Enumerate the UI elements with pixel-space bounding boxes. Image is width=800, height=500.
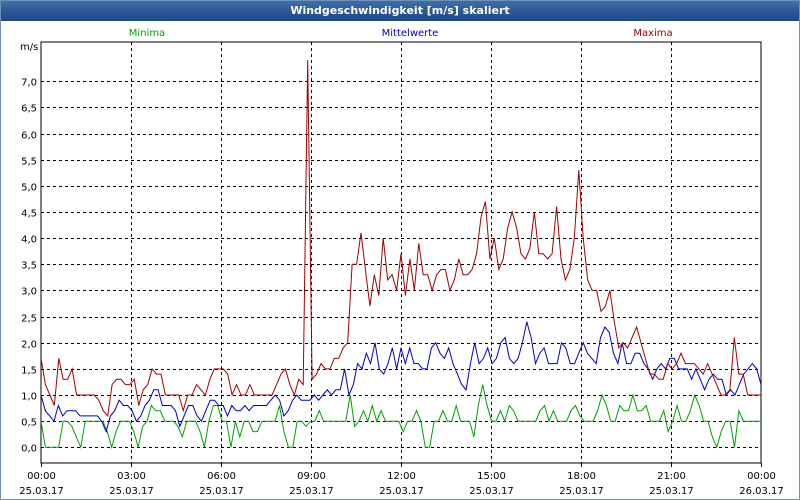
x-tick-date: 26.03.17 [739, 486, 784, 497]
y-tick-label: 5,5 [21, 157, 37, 168]
x-tick-time: 03:00 [117, 471, 146, 482]
x-tick-date: 25.03.17 [289, 486, 334, 497]
y-tick-label: 5,0 [21, 183, 37, 194]
y-tick-label: 2,5 [21, 314, 37, 325]
legend-minima: Minima [129, 28, 165, 39]
x-tick-time: 00:00 [27, 471, 56, 482]
y-tick-label: 6,5 [21, 104, 37, 115]
x-tick-date: 25.03.17 [559, 486, 604, 497]
y-tick-label: 2,0 [21, 340, 37, 351]
y-tick-label: 3,0 [21, 287, 37, 298]
y-tick-label: 3,5 [21, 261, 37, 272]
y-tick-label: 1,0 [21, 392, 37, 403]
chart-canvas: 0,0 0,5 1,0 1,5 2,0 2,5 3,0 3,5 4,0 4,5 5,0 5,5 6,0 6… [19, 28, 784, 497]
x-tick-time: 09:00 [297, 471, 326, 482]
y-tick-label: 6,0 [21, 131, 37, 142]
x-tick-date: 25.03.17 [649, 486, 694, 497]
y-tick-label: 7,0 [21, 78, 37, 89]
legend-mittelwerte: Mittelwerte [382, 28, 439, 39]
window-title: Windgeschwindigkeit [m/s] skaliert [1, 1, 799, 21]
y-tick-label: 0,0 [21, 444, 37, 455]
x-tick-date: 25.03.17 [19, 486, 64, 497]
chart-window: Windgeschwindigkeit [m/s] skaliert 0,0 0,… [0, 0, 800, 500]
y-tick-label: 4,5 [21, 209, 37, 220]
y-tick-label: 0,5 [21, 418, 37, 429]
x-tick-time: 15:00 [477, 471, 506, 482]
x-tick-time: 06:00 [207, 471, 236, 482]
x-tick-date: 25.03.17 [199, 486, 244, 497]
y-axis-unit: m/s [20, 42, 38, 53]
y-tick-label: 4,0 [21, 235, 37, 246]
x-tick-date: 25.03.17 [469, 486, 514, 497]
x-tick-time: 21:00 [657, 471, 686, 482]
x-tick-time: 00:00 [747, 471, 776, 482]
y-tick-label: 1,5 [21, 366, 37, 377]
x-tick-date: 25.03.17 [109, 486, 154, 497]
x-tick-time: 18:00 [567, 471, 596, 482]
x-tick-date: 25.03.17 [379, 486, 424, 497]
legend-maxima: Maxima [633, 28, 672, 39]
x-tick-time: 12:00 [387, 471, 416, 482]
